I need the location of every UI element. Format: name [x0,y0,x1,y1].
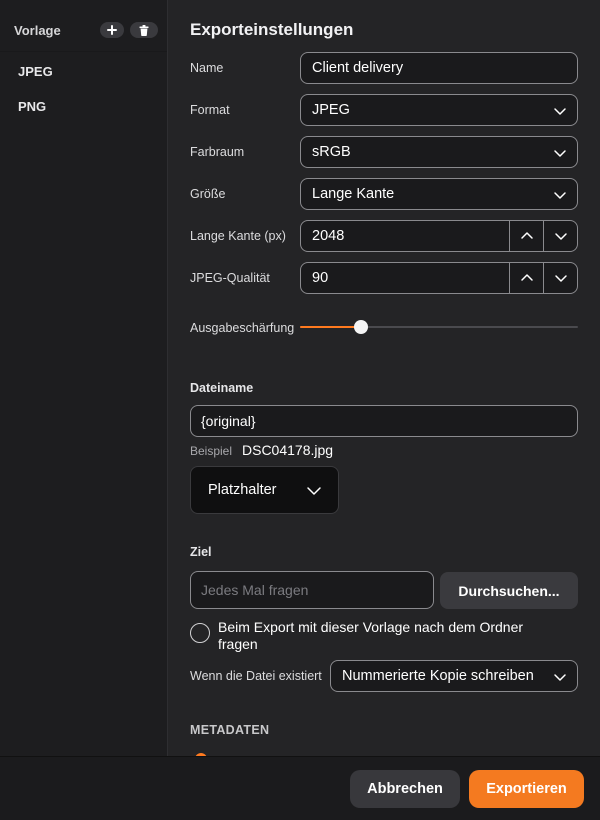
long-edge-stepper: 2048 [300,220,578,252]
chevron-down-icon [554,108,566,115]
ask-folder-radio[interactable] [190,623,210,643]
preset-item-png[interactable]: PNG [0,89,167,124]
delete-preset-button[interactable] [130,22,158,38]
sharpening-slider[interactable] [300,320,578,334]
placeholder-menu-button[interactable]: Platzhalter [190,466,339,514]
example-value: DSC04178.jpg [242,442,334,458]
increment-button[interactable] [509,263,543,293]
colorspace-select[interactable]: sRGB [300,136,578,168]
preset-item-jpeg[interactable]: JPEG [0,54,167,89]
name-input[interactable]: Client delivery [300,52,578,84]
preset-sidebar: Vorlage JPEG PNG [0,0,168,756]
example-label: Beispiel [190,444,233,458]
colorspace-label: Farbraum [190,145,245,159]
preset-item-label: JPEG [18,64,53,79]
format-value: JPEG [312,102,350,118]
preset-list: JPEG PNG [0,52,167,124]
quality-stepper: 90 [300,262,578,294]
size-label: Größe [190,187,226,201]
format-label: Format [190,103,230,117]
chevron-down-icon [554,150,566,157]
name-value: Client delivery [312,60,404,76]
size-value: Lange Kante [312,186,395,202]
metadata-heading: METADATEN [190,723,270,737]
decrement-button[interactable] [543,221,577,251]
slider-fill [300,326,362,328]
plus-icon [107,25,117,35]
long-edge-value[interactable]: 2048 [301,228,509,244]
size-select[interactable]: Lange Kante [300,178,578,210]
chevron-down-icon [554,192,566,199]
browse-button[interactable]: Durchsuchen... [440,572,578,609]
long-edge-label: Lange Kante (px) [190,229,286,243]
sharpening-label: Ausgabeschärfung [190,321,295,335]
page-title: Exporteinstellungen [190,20,354,39]
chevron-down-icon [554,233,567,240]
colorspace-value: sRGB [312,144,351,160]
file-exists-label: Wenn die Datei existiert [190,669,322,683]
preset-item-label: PNG [18,99,47,114]
dialog-footer: Abbrechen Exportieren [0,756,600,820]
chevron-up-icon [520,274,533,281]
format-select[interactable]: JPEG [300,94,578,126]
chevron-down-icon [307,487,321,495]
sidebar-header: Vorlage [0,0,167,52]
filename-input[interactable]: {original} [190,405,578,437]
chevron-down-icon [554,275,567,282]
export-settings-panel: Exporteinstellungen Name Client delivery… [169,0,600,759]
quality-value[interactable]: 90 [301,270,509,286]
increment-button[interactable] [509,221,543,251]
quality-label: JPEG-Qualität [190,271,270,285]
chevron-down-icon [554,674,566,681]
filename-value: {original} [201,413,256,429]
ask-folder-label: Beim Export mit dieser Vorlage nach dem … [218,619,524,652]
filename-heading: Dateiname [190,381,254,395]
export-button[interactable]: Exportieren [469,770,584,808]
file-exists-select[interactable]: Nummerierte Kopie schreiben [330,660,578,692]
file-exists-value: Nummerierte Kopie schreiben [342,668,534,684]
trash-icon [139,24,149,36]
chevron-up-icon [520,232,533,239]
cancel-button[interactable]: Abbrechen [350,770,460,808]
slider-thumb[interactable] [354,320,369,334]
destination-input[interactable]: Jedes Mal fragen [190,571,434,609]
decrement-button[interactable] [543,263,577,293]
sidebar-title: Vorlage [14,23,61,38]
placeholder-button-label: Platzhalter [208,482,277,498]
destination-placeholder: Jedes Mal fragen [201,582,309,598]
destination-heading: Ziel [190,545,212,559]
name-label: Name [190,61,224,75]
add-preset-button[interactable] [100,22,124,38]
